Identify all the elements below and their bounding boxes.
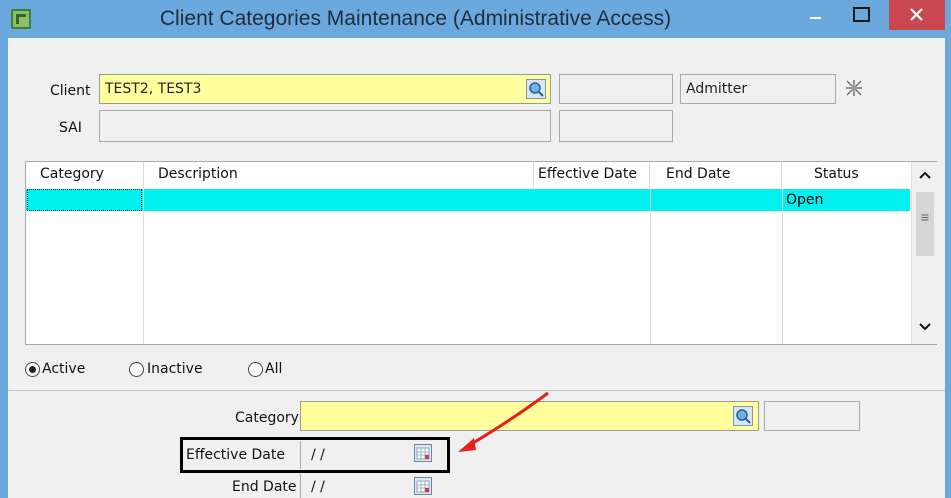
maximize-icon xyxy=(853,7,870,22)
annotation-arrow-icon xyxy=(458,391,549,452)
client-label: Client xyxy=(50,83,91,99)
minimize-button[interactable] xyxy=(795,0,835,30)
radio-inactive[interactable] xyxy=(129,362,144,377)
column-header-end-date[interactable]: End Date xyxy=(650,162,782,188)
maximize-button[interactable] xyxy=(838,0,886,30)
sai-label: SAI xyxy=(59,120,82,136)
client-value: TEST2, TEST3 xyxy=(105,81,202,97)
cell-category[interactable] xyxy=(27,189,142,211)
content-area: Client TEST2, TEST3 Admitter SAI Categor xyxy=(8,38,945,498)
radio-inactive-label[interactable]: Inactive xyxy=(147,361,203,377)
minimize-icon xyxy=(810,17,821,19)
end-date-label: End Date xyxy=(232,479,297,495)
categories-grid[interactable]: Category Description Effective Date End … xyxy=(25,161,937,345)
close-icon xyxy=(910,8,923,21)
table-row[interactable]: Open xyxy=(26,189,910,211)
column-divider xyxy=(782,189,783,344)
radio-all[interactable] xyxy=(248,362,263,377)
app-window: Client Categories Maintenance (Administr… xyxy=(0,0,951,498)
column-header-category[interactable]: Category xyxy=(26,162,144,188)
sai-field[interactable] xyxy=(99,110,551,142)
cell-status[interactable]: Open xyxy=(784,189,910,211)
cell-end-date[interactable] xyxy=(650,189,782,211)
column-divider xyxy=(650,189,651,344)
chevron-down-icon[interactable] xyxy=(919,322,931,332)
radio-active-label[interactable]: Active xyxy=(42,361,85,377)
category-code-field[interactable] xyxy=(764,401,860,431)
close-button[interactable] xyxy=(889,0,945,30)
calendar-icon[interactable] xyxy=(414,477,432,495)
field-divider xyxy=(300,474,301,498)
radio-all-label[interactable]: All xyxy=(265,361,282,377)
category-label: Category xyxy=(235,410,299,426)
effective-date-highlight xyxy=(180,437,450,473)
category-search-icon[interactable] xyxy=(733,406,753,426)
title-bar[interactable]: Client Categories Maintenance (Administr… xyxy=(0,0,951,38)
client-id-field[interactable] xyxy=(559,74,673,104)
chevron-up-icon[interactable] xyxy=(919,170,931,180)
cell-description[interactable] xyxy=(144,189,534,211)
cell-effective-date[interactable] xyxy=(534,189,650,211)
grid-scrollbar[interactable]: ≡ xyxy=(911,162,937,344)
grid-header: Category Description Effective Date End … xyxy=(26,162,911,188)
column-header-status[interactable]: Status xyxy=(782,162,911,188)
radio-active[interactable] xyxy=(25,362,40,377)
client-search-icon[interactable] xyxy=(526,79,546,99)
scroll-grip: ≡ xyxy=(920,209,930,225)
column-header-effective-date[interactable]: Effective Date xyxy=(534,162,650,188)
sai-id-field[interactable] xyxy=(559,110,673,142)
admitter-value: Admitter xyxy=(686,81,748,97)
column-divider xyxy=(143,189,144,344)
client-field[interactable]: TEST2, TEST3 xyxy=(99,74,551,104)
scroll-thumb[interactable]: ≡ xyxy=(916,192,934,256)
column-header-description[interactable]: Description xyxy=(144,162,534,188)
alert-flag-icon[interactable] xyxy=(844,78,864,98)
end-date-value[interactable]: / / xyxy=(311,479,325,495)
admitter-field[interactable]: Admitter xyxy=(680,74,836,104)
